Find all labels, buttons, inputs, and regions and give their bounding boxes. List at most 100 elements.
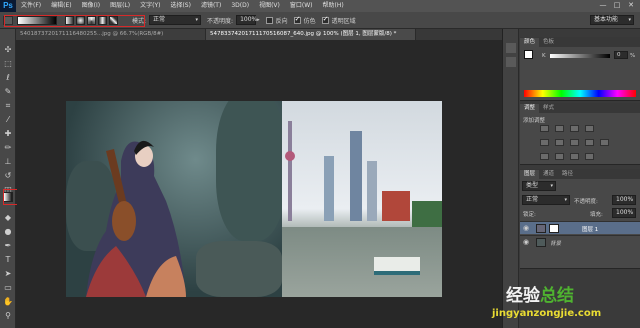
crop-tool-icon[interactable]: ⌗ [3,101,13,111]
marquee-tool-icon[interactable]: ⬚ [3,59,13,69]
tab-swatches[interactable]: 色板 [539,38,558,47]
workspace-dropdown[interactable]: 基本功能 ▾ [590,15,634,25]
tower-sphere [285,151,295,161]
blur-tool-icon[interactable]: ◆ [3,213,13,223]
shape-tool-icon[interactable]: ▭ [3,283,13,293]
black-white-adjust-icon[interactable] [585,139,594,146]
tree-shape [216,101,286,241]
eye-icon[interactable]: ◉ [523,224,529,232]
history-brush-tool-icon[interactable]: ↺ [3,171,13,181]
fill-field[interactable]: 100% [612,208,636,218]
tab-channels[interactable]: 通道 [539,170,558,179]
document-image[interactable] [66,101,442,297]
dodge-tool-icon[interactable]: ● [3,227,13,237]
boat [374,257,420,275]
layer-row[interactable]: ◉ 背景 [520,235,640,248]
levels-adjust-icon[interactable] [555,125,564,132]
k-slider[interactable] [550,54,610,58]
dither-checkbox[interactable] [293,15,301,24]
menu-select[interactable]: 选择(S) [165,0,196,12]
layer-row[interactable]: ◉ 图层 1 [520,221,640,234]
foreground-color-swatch[interactable] [524,50,533,59]
minimize-icon[interactable]: — [596,0,610,11]
tab-document-2[interactable]: 54783374201711170516087_640.jpg @ 100% (… [206,29,416,40]
move-tool-icon[interactable]: ✣ [3,45,13,55]
mode-dropdown[interactable]: 正常 ▾ [149,15,202,25]
eye-icon[interactable]: ◉ [523,238,529,246]
vibrance-adjust-icon[interactable] [540,139,549,146]
hand-tool-icon[interactable]: ✋ [3,297,13,307]
maximize-icon[interactable]: □ [610,0,624,11]
healing-brush-tool-icon[interactable]: ✚ [3,129,13,139]
photo-filter-adjust-icon[interactable] [600,139,609,146]
tab-paths[interactable]: 路径 [558,170,577,179]
color-ramp[interactable] [524,90,636,97]
menu-file[interactable]: 文件(F) [16,0,46,12]
opacity-value: 100% [240,16,258,23]
blend-mode-dropdown[interactable]: 正常 ▾ [522,195,570,205]
reverse-checkbox[interactable] [265,16,273,24]
menu-help[interactable]: 帮助(H) [318,0,349,12]
brightness-adjust-icon[interactable] [540,125,549,132]
eyedropper-tool-icon[interactable]: ⁄ [3,115,13,125]
menu-filter[interactable]: 滤镜(T) [196,0,226,12]
layer-opacity-label: 不透明度: [574,199,598,205]
invert-adjust-icon[interactable] [540,153,549,160]
menu-type[interactable]: 文字(Y) [135,0,165,12]
layer-name[interactable]: 背景 [550,239,561,247]
watermark-title: 经验总结 [506,281,574,306]
layer-filter-dropdown[interactable]: 类型 ▾ [522,181,556,191]
zoom-tool-icon[interactable]: ⚲ [3,311,13,321]
layer-name[interactable]: 图层 1 [582,225,598,233]
menu-view[interactable]: 视图(V) [254,0,285,12]
quick-select-tool-icon[interactable]: ✎ [3,87,13,97]
history-icon[interactable] [506,43,516,53]
layer-thumbnail [536,224,546,233]
skyscraper-shape [324,156,334,221]
color-balance-adjust-icon[interactable] [570,139,579,146]
window-controls: — □ ✕ [596,0,638,11]
site-watermark: 经验总结 jingyanzongjie.com [486,281,640,328]
trees [412,201,442,227]
layer-opacity-field[interactable]: 100% [612,195,636,205]
tab-color[interactable]: 颜色 [520,38,540,47]
tab-adjustments[interactable]: 调整 [520,104,540,113]
hue-saturation-adjust-icon[interactable] [555,139,564,146]
menu-layer[interactable]: 图层(L) [105,0,135,12]
menu-edit[interactable]: 编辑(E) [46,0,76,12]
tab-document-1[interactable]: 5401873720171116480255...jpg @ 66.7%(RGB… [16,29,206,40]
transparency-checkbox[interactable] [321,15,329,24]
brush-tool-icon[interactable]: ✏ [3,143,13,153]
tab-layers[interactable]: 图层 [520,170,540,179]
properties-icon[interactable] [506,57,516,67]
menu-3d[interactable]: 3D(D) [226,0,254,12]
exposure-adjust-icon[interactable] [585,125,594,132]
lasso-tool-icon[interactable]: ℓ [3,73,13,83]
gradient-map-adjust-icon[interactable] [585,153,594,160]
gradient-options-highlight [4,15,145,27]
k-value-field[interactable]: 0 [614,51,628,59]
layer-thumbnail [536,238,546,247]
layers-panel-tabs: 图层 通道 路径 [520,169,640,179]
posterize-adjust-icon[interactable] [555,153,564,160]
hanfu-lady-photo [66,101,286,297]
path-select-tool-icon[interactable]: ➤ [3,269,13,279]
color-panel-tabs: 颜色 色板 [520,37,640,47]
document-tabs: 5401873720171116480255...jpg @ 66.7%(RGB… [16,29,502,40]
clone-stamp-tool-icon[interactable]: ⊥ [3,157,13,167]
menu-image[interactable]: 图像(I) [77,0,105,12]
tab-styles[interactable]: 样式 [539,104,558,113]
pen-tool-icon[interactable]: ✒ [3,241,13,251]
chevron-down-icon: ▾ [564,197,567,203]
watermark-title-part-1: 经验 [506,286,540,306]
curves-adjust-icon[interactable] [570,125,579,132]
menu-window[interactable]: 窗口(W) [285,0,318,12]
threshold-adjust-icon[interactable] [570,153,579,160]
layer-mask-thumbnail[interactable] [549,224,559,233]
type-tool-icon[interactable]: T [3,255,13,265]
opacity-field[interactable]: 100% [236,15,258,25]
close-icon[interactable]: ✕ [624,0,638,11]
opacity-chevron-icon[interactable]: ▸ [257,17,260,23]
k-label: K [542,53,546,59]
reverse-label: 反向 [275,17,288,25]
